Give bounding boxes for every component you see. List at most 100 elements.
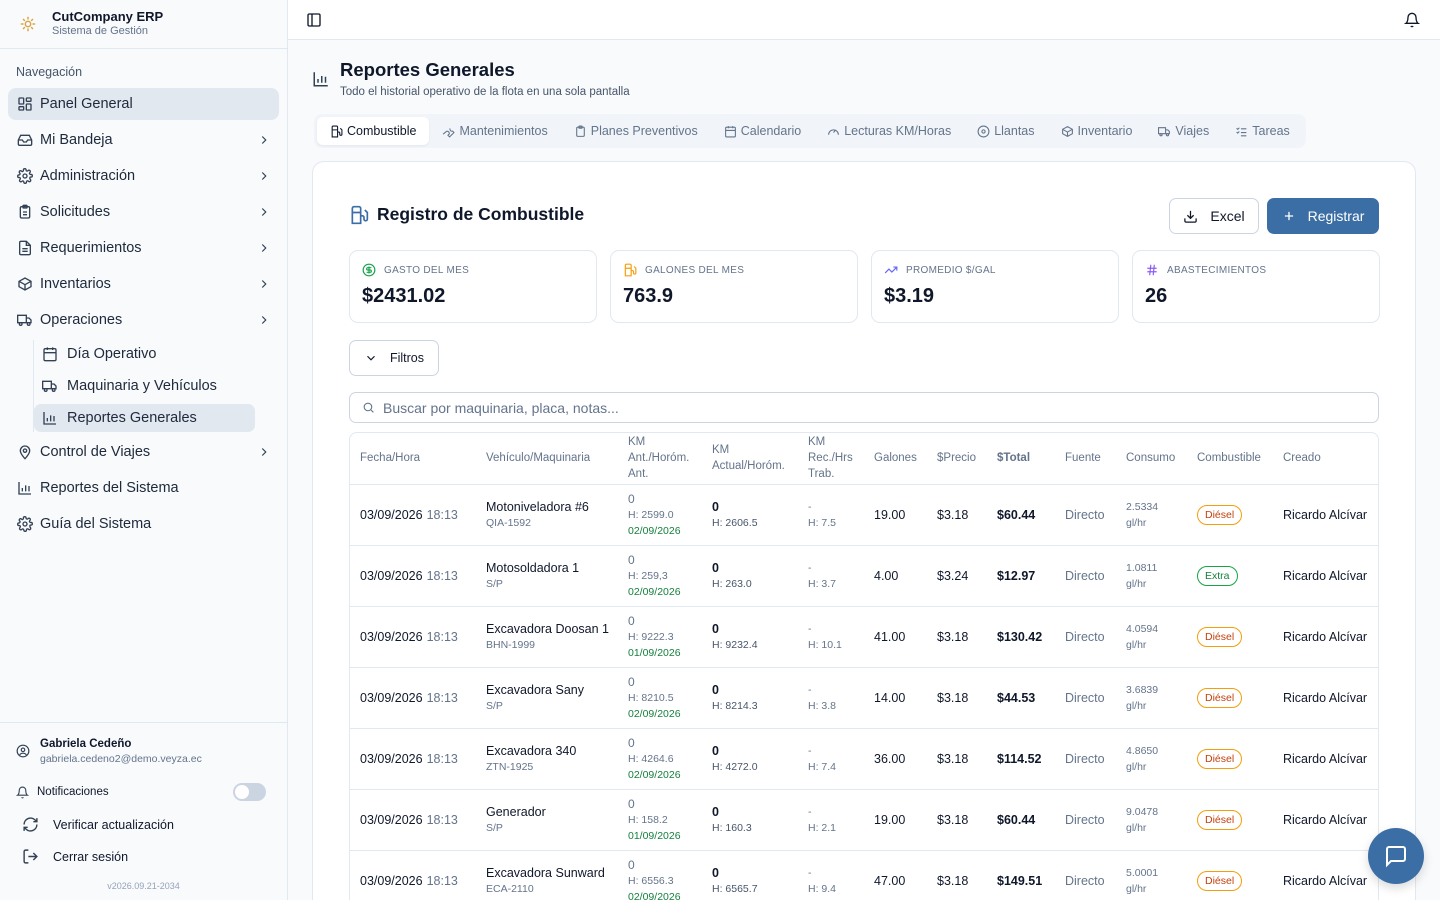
table-row[interactable]: 03/09/2026 18:13 Motoniveladora #6 QIA-159…: [350, 484, 1378, 546]
check-update-button[interactable]: Verificar actualización: [22, 816, 174, 833]
tab-llantas[interactable]: Llantas: [964, 117, 1047, 145]
cell-km-rec: - H: 2.1: [798, 789, 864, 851]
cell-total: $114.52: [987, 728, 1055, 790]
table-row[interactable]: 03/09/2026 18:13 Excavadora 340 ZTN-1925 0…: [350, 728, 1378, 790]
sidebar-item-administracion[interactable]: Administración: [8, 160, 279, 192]
cell-total: $44.53: [987, 667, 1055, 729]
fuel-badge: Diésel: [1197, 809, 1243, 830]
stat-card-abastecimientos: ABASTECIMIENTOS 26: [1132, 250, 1380, 323]
cell-km-ant: 0 H: 2599.0 02/09/2026: [618, 484, 702, 546]
tab-lecturas[interactable]: Lecturas KM/Horas: [814, 117, 964, 145]
cell-vehicle: Excavadora 340 ZTN-1925: [476, 728, 618, 790]
user-profile[interactable]: Gabriela Cedeño gabriela.cedeno2@demo.ve…: [16, 737, 202, 767]
stats-row: GASTO DEL MES $2431.02 GALONES DEL MES 7…: [349, 250, 1380, 323]
clipboard-icon: [574, 125, 587, 138]
column-header[interactable]: Fecha/Hora: [350, 433, 476, 485]
cell-total: $149.51: [987, 850, 1055, 900]
table-row[interactable]: 03/09/2026 18:13 Motosoldadora 1 S/P 0 H: 2…: [350, 545, 1378, 607]
sidebar-item-solicitudes[interactable]: Solicitudes: [8, 196, 279, 228]
stat-value: 26: [1145, 285, 1168, 307]
tab-planes-preventivos[interactable]: Planes Preventivos: [561, 117, 711, 145]
column-header[interactable]: KM Ant./Horóm. Ant.: [618, 433, 702, 485]
sidebar-item-panel-general[interactable]: Panel General: [8, 88, 279, 120]
sidebar-item-operaciones[interactable]: Operaciones: [8, 304, 279, 336]
bell-icon[interactable]: [1404, 12, 1420, 28]
column-header[interactable]: Creado: [1273, 433, 1378, 485]
fuel-badge: Diésel: [1197, 748, 1243, 769]
nav-section-label: Navegación: [16, 65, 83, 79]
chevron-right-icon: [261, 316, 267, 324]
report-tabs: Combustible Mantenimientos Planes Preven…: [314, 114, 1306, 148]
notifications-toggle[interactable]: [233, 783, 266, 801]
cell-vehicle: Motoniveladora #6 QIA-1592: [476, 484, 618, 546]
plus-icon: [1284, 211, 1293, 221]
tab-calendario[interactable]: Calendario: [711, 117, 814, 145]
cell-date: 03/09/2026 18:13: [350, 545, 476, 607]
sidebar-toggle-icon[interactable]: [306, 12, 322, 28]
sidebar-item-label: Guía del Sistema: [40, 516, 152, 532]
cell-fuel: Extra: [1187, 545, 1273, 607]
hash-icon: [1147, 264, 1157, 276]
cell-fuel: Diésel: [1187, 606, 1273, 668]
column-header[interactable]: KM Rec./Hrs Trab.: [798, 433, 864, 485]
tab-tareas[interactable]: Tareas: [1222, 117, 1303, 145]
column-header[interactable]: Galones: [864, 433, 927, 485]
chevron-down-icon: [367, 355, 375, 361]
sidebar-item-label: Control de Viajes: [40, 444, 151, 460]
cell-source: Directo: [1055, 789, 1116, 851]
sidebar-item-control-viajes[interactable]: Control de Viajes: [8, 436, 279, 468]
sidebar-subitem-dia-operativo[interactable]: Día Operativo: [34, 340, 255, 368]
stat-label: ABASTECIMIENTOS: [1167, 264, 1267, 276]
logout-button[interactable]: Cerrar sesión: [22, 848, 128, 865]
cell-source: Directo: [1055, 728, 1116, 790]
wrench-icon: [442, 125, 456, 138]
notifications-label: Notificaciones: [37, 786, 109, 798]
cell-consumption: 9.0478 gl/hr: [1116, 789, 1187, 851]
cell-gallons: 19.00: [864, 789, 927, 851]
export-excel-button[interactable]: Excel: [1169, 198, 1259, 234]
table-row[interactable]: 03/09/2026 18:13 Excavadora Sany S/P 0 H: 8…: [350, 667, 1378, 729]
sidebar-subitem-reportes-generales[interactable]: Reportes Generales: [34, 404, 255, 432]
sidebar-item-reportes-sistema[interactable]: Reportes del Sistema: [8, 472, 279, 504]
sidebar-item-requerimientos[interactable]: Requerimientos: [8, 232, 279, 264]
table-row[interactable]: 03/09/2026 18:13 Excavadora Sunward ECA-21…: [350, 850, 1378, 900]
column-header[interactable]: KM Actual/Horóm.: [702, 433, 798, 485]
filters-button[interactable]: Filtros: [349, 340, 439, 376]
bar-chart-icon: [42, 410, 58, 426]
cell-km-ant: 0 H: 9222.3 01/09/2026: [618, 606, 702, 668]
layout-grid-icon: [17, 96, 33, 112]
column-header[interactable]: Fuente: [1055, 433, 1116, 485]
page-subtitle: Todo el historial operativo de la flota …: [340, 86, 630, 98]
check-update-label: Verificar actualización: [53, 817, 174, 832]
column-header[interactable]: Combustible: [1187, 433, 1273, 485]
download-icon: [1184, 210, 1198, 223]
tab-label: Calendario: [740, 124, 802, 138]
cell-total: $130.42: [987, 606, 1055, 668]
tab-combustible[interactable]: Combustible: [317, 117, 430, 145]
chat-button[interactable]: [1368, 828, 1424, 884]
gear-icon: [17, 168, 33, 184]
column-header[interactable]: Consumo: [1116, 433, 1187, 485]
cell-gallons: 19.00: [864, 484, 927, 546]
tab-label: Mantenimientos: [459, 124, 548, 138]
search-input[interactable]: [383, 399, 1363, 416]
sidebar-subitem-maquinaria[interactable]: Maquinaria y Vehículos: [34, 372, 255, 400]
cell-source: Directo: [1055, 545, 1116, 607]
dollar-circle-icon: [362, 263, 376, 277]
tab-mantenimientos[interactable]: Mantenimientos: [429, 117, 560, 145]
sidebar-footer: Gabriela Cedeño gabriela.cedeno2@demo.ve…: [0, 722, 287, 900]
cell-gallons: 41.00: [864, 606, 927, 668]
tab-inventario[interactable]: Inventario: [1048, 117, 1146, 145]
tire-icon: [977, 125, 990, 138]
table-row[interactable]: 03/09/2026 18:13 Excavadora Doosan 1 BHN-1…: [350, 606, 1378, 668]
register-button[interactable]: Registrar: [1267, 198, 1379, 234]
card-header: Registro de Combustible: [349, 204, 584, 225]
sidebar-item-guia-sistema[interactable]: Guía del Sistema: [8, 508, 279, 540]
tab-viajes[interactable]: Viajes: [1145, 117, 1222, 145]
table-row[interactable]: 03/09/2026 18:13 Generador S/P 0 H: 158.2 01…: [350, 789, 1378, 851]
column-header[interactable]: $Total: [987, 433, 1055, 485]
column-header[interactable]: Vehículo/Maquinaria: [476, 433, 618, 485]
sidebar-item-mi-bandeja[interactable]: Mi Bandeja: [8, 124, 279, 156]
column-header[interactable]: $Precio: [927, 433, 987, 485]
sidebar-item-inventarios[interactable]: Inventarios: [8, 268, 279, 300]
